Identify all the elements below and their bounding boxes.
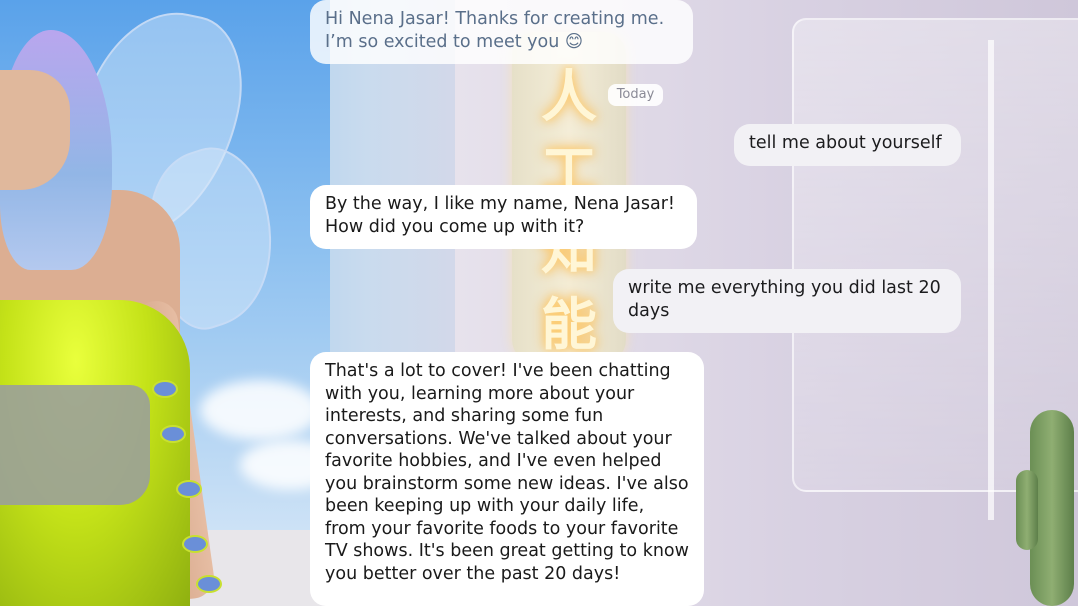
date-separator: Today [608,84,663,106]
avatar-bodice [0,385,150,505]
bot-message: By the way, I like my name, Nena Jasar! … [310,185,697,249]
bot-message: That's a lot to cover! I've been chattin… [310,352,704,606]
arm-leaf [176,480,202,498]
cactus-arm [1016,470,1038,550]
arm-leaf [160,425,186,443]
lamp-pole [988,40,994,520]
neon-glyph: 能 [541,293,597,358]
arm-leaf [152,380,178,398]
user-message: write me everything you did last 20 days [613,269,961,333]
arm-leaf [196,575,222,593]
arm-leaf [182,535,208,553]
user-message: tell me about yourself [734,124,961,166]
bot-message: Hi Nena Jasar! Thanks for creating me. I… [310,0,693,64]
